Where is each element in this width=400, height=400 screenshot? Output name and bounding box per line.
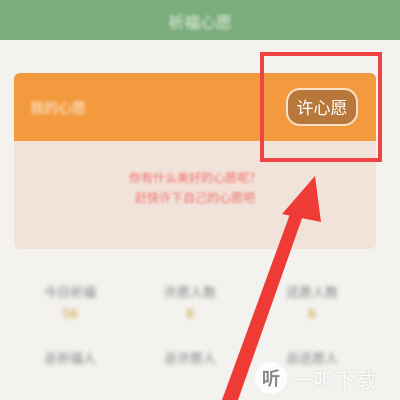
watermark: 听 一听下载 xyxy=(255,360,400,396)
watermark-text: 一听下载 xyxy=(293,367,377,392)
watermark-logo-icon: 听 xyxy=(255,362,287,394)
arrow-head xyxy=(282,176,321,222)
annotation-arrow xyxy=(222,176,321,400)
